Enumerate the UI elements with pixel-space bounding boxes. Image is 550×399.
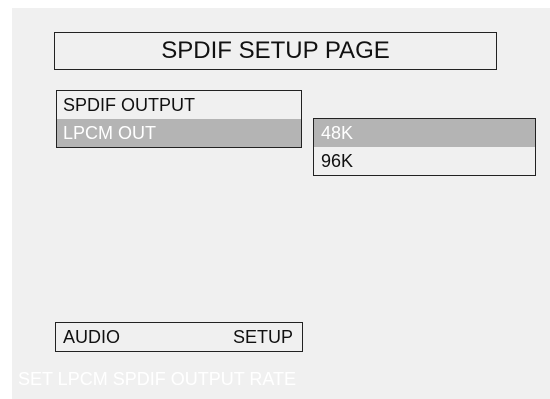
status-help-text: SET LPCM SPDIF OUTPUT RATE (18, 369, 297, 389)
setup-menu: SPDIF OUTPUT LPCM OUT (56, 90, 302, 148)
nav-setup-link[interactable]: SETUP (233, 323, 293, 351)
menu-item-lpcm-out[interactable]: LPCM OUT (57, 119, 301, 147)
lpcm-rate-submenu: 48K 96K (313, 118, 536, 176)
nav-audio-link[interactable]: AUDIO (63, 323, 120, 351)
bottom-navigation: AUDIO SETUP (55, 322, 303, 352)
page-title: SPDIF SETUP PAGE (54, 32, 497, 70)
submenu-item-48k[interactable]: 48K (314, 119, 535, 147)
submenu-item-96k[interactable]: 96K (314, 147, 535, 175)
menu-item-spdif-output[interactable]: SPDIF OUTPUT (57, 91, 301, 119)
setup-screen: SPDIF SETUP PAGE SPDIF OUTPUT LPCM OUT 4… (12, 8, 550, 399)
